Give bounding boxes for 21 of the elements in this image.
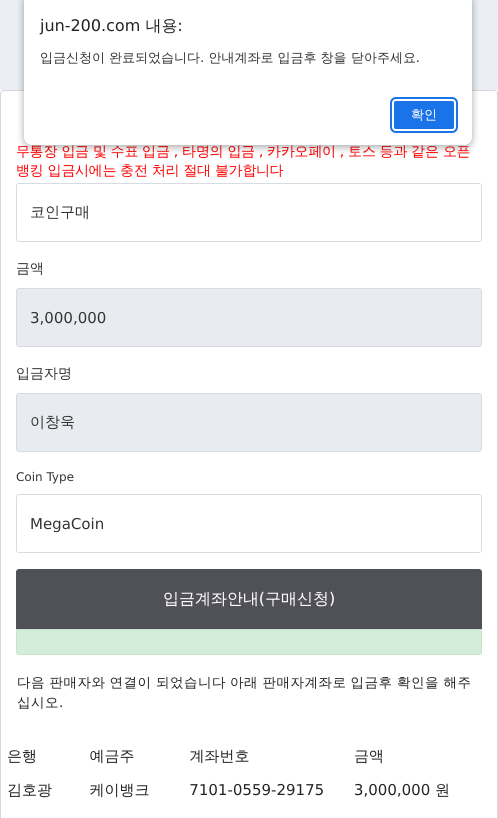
ok-button[interactable]: 확인 xyxy=(392,99,456,131)
submit-button[interactable]: 입금계좌안내(구매신청) xyxy=(16,569,482,629)
field-label: Coin Type xyxy=(16,469,76,486)
table-cell-text: 김호광 xyxy=(7,780,53,800)
column-header: 계좌번호 xyxy=(189,746,250,766)
column-header: 금액 xyxy=(354,746,385,766)
input-field[interactable]: MegaCoin xyxy=(16,494,482,553)
column-header: 은행 xyxy=(7,746,38,766)
input-field[interactable]: 3,000,000 xyxy=(16,288,482,347)
input-field[interactable]: 코인구매 xyxy=(16,183,482,242)
field-label: 입금자명 xyxy=(16,365,73,384)
input-field[interactable]: 이창욱 xyxy=(16,393,482,452)
table-cell-text: 3,000,000 원 xyxy=(354,780,452,800)
column-header: 예금주 xyxy=(89,746,136,766)
warning-text: 무통장 입금 및 수표 입금 , 타명의 입금 , 카카오페이 , 토스 등과 같은 오픈뱅킹 입금시에는 충전 처리 절대 불가합니다 xyxy=(16,143,472,181)
dialog-title: jun-200.com 내용: xyxy=(40,16,184,37)
field-label: 금액 xyxy=(16,260,45,279)
notice-text: 다음 판매자와 연결이 되었습니다 아래 판매자계좌로 입금후 확인을 해주십시오. xyxy=(17,674,472,713)
table-cell-text: 7101-0559-29175 xyxy=(189,780,326,801)
table-cell-text: 케이뱅크 xyxy=(89,780,150,800)
dialog-message: 입금신청이 완료되었습니다. 안내계좌로 입금후 창을 닫아주세요. xyxy=(40,50,421,67)
